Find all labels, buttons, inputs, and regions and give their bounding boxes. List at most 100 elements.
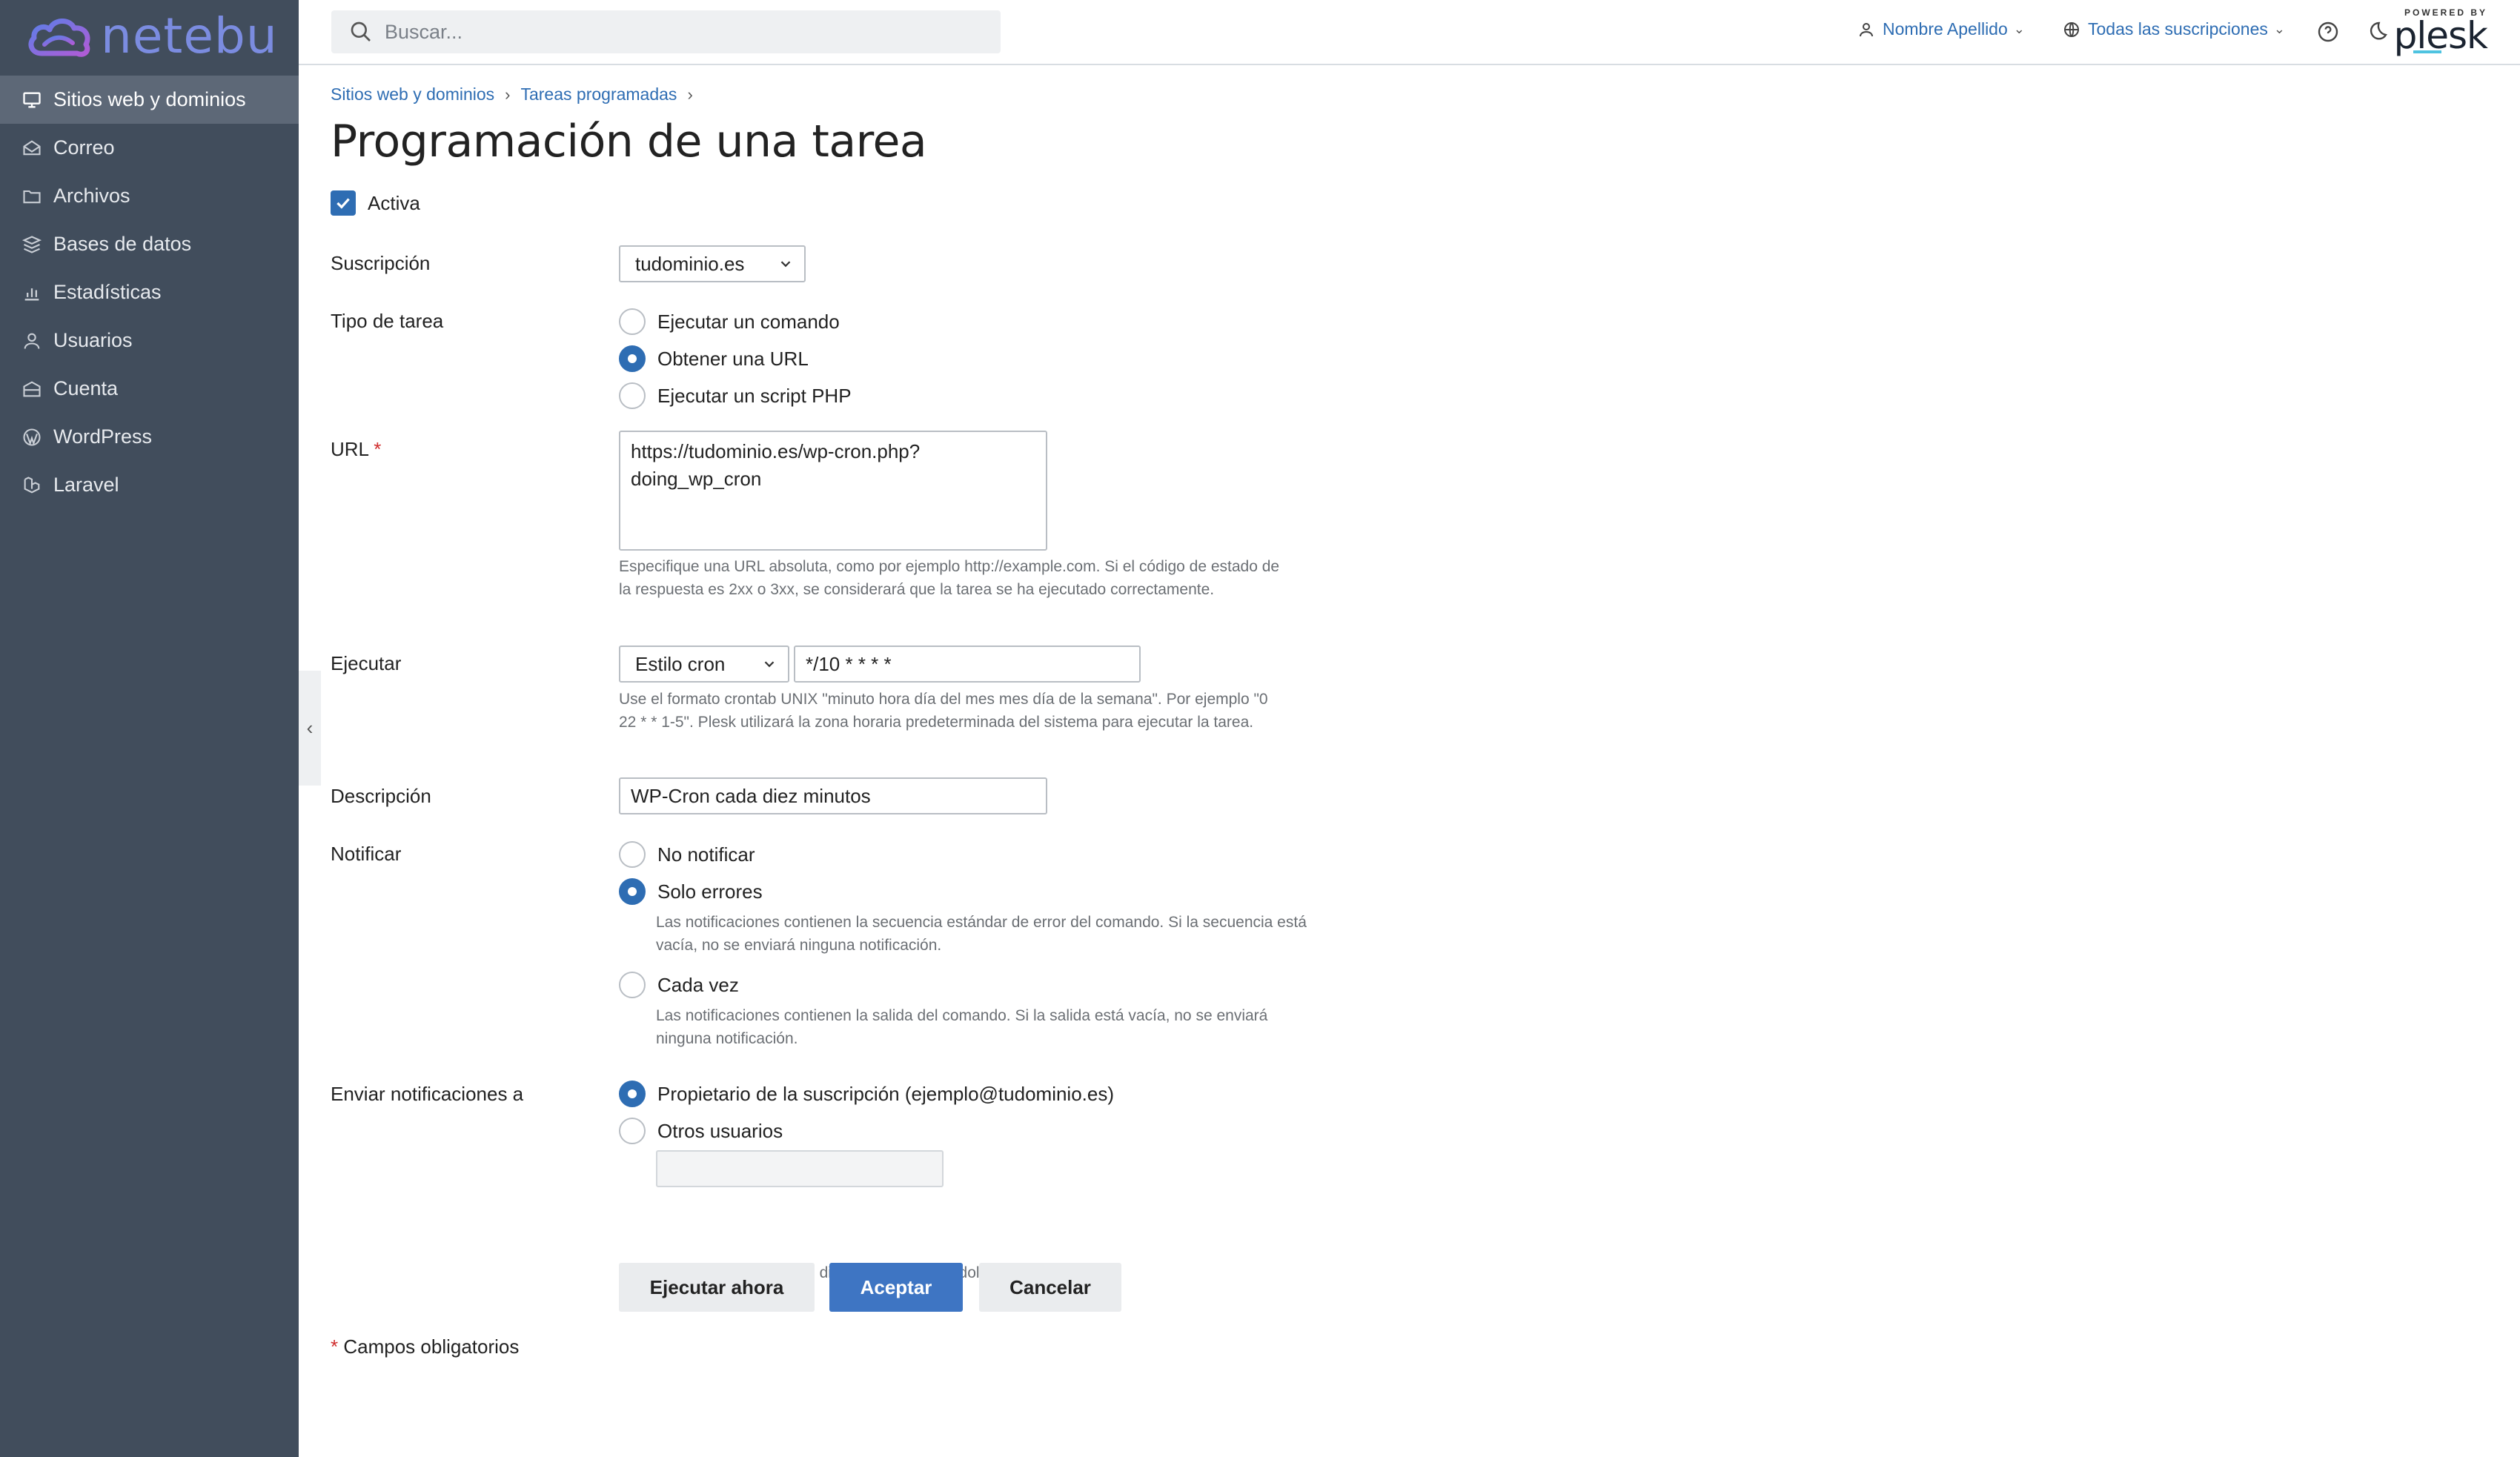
cloud-logo-icon [28, 19, 90, 57]
task-type-php-option[interactable]: Ejecutar un script PHP [619, 382, 852, 409]
send-to-label: Enviar notificaciones a [331, 1083, 524, 1105]
sidebar-item-label: Bases de datos [53, 233, 192, 255]
radio-button-selected[interactable] [619, 345, 646, 372]
user-icon [1860, 22, 1873, 36]
task-type-command-option[interactable]: Ejecutar un comando [619, 308, 840, 335]
radio-label: No notificar [657, 843, 755, 866]
radio-button-selected[interactable] [619, 878, 646, 905]
radio-label: Obtener una URL [657, 347, 809, 370]
sidebar-item-label: Cuenta [53, 377, 119, 399]
run-now-button[interactable]: Ejecutar ahora [619, 1263, 815, 1312]
database-icon [21, 233, 43, 256]
user-menu[interactable]: Nombre Apellido ⌄ [1857, 19, 2025, 39]
cancel-button[interactable]: Cancelar [979, 1263, 1121, 1312]
dark-mode-toggle[interactable] [2364, 19, 2390, 45]
subscription-select[interactable]: tudominio.es [619, 245, 806, 282]
run-style-value: Estilo cron [635, 652, 726, 675]
notify-none-option[interactable]: No notificar [619, 841, 755, 868]
chevron-right-icon: › [687, 84, 693, 104]
brand-name: netebu [101, 7, 278, 64]
notify-errors-hint: Las notificaciones contienen la secuenci… [656, 914, 1307, 954]
breadcrumb-websites[interactable]: Sitios web y dominios [331, 84, 494, 104]
globe-icon [2064, 21, 2079, 37]
radio-label: Propietario de la suscripción (ejemplo@t… [657, 1082, 1115, 1105]
help-icon [2318, 21, 2338, 42]
cron-input[interactable]: */10 * * * * [794, 645, 1141, 683]
help-button[interactable] [2315, 19, 2341, 45]
sidebar-collapse-handle[interactable]: ‹ [299, 671, 321, 786]
sidebar-item-label: Correo [53, 136, 115, 159]
required-note-text: Campos obligatorios [343, 1335, 520, 1358]
required-note: * Campos obligatorios [331, 1335, 519, 1358]
plesk-logo: POWERED BY plesk [2393, 7, 2488, 57]
sidebar-item-label: Archivos [53, 185, 130, 207]
description-input[interactable]: WP-Cron cada diez minutos [619, 777, 1047, 814]
notify-errors-option[interactable]: Solo errores [619, 878, 763, 905]
subscriptions-menu[interactable]: Todas las suscripciones ⌄ [2063, 19, 2285, 39]
url-textarea[interactable]: https://tudominio.es/wp-cron.php? doing_… [619, 431, 1047, 551]
task-type-label: Tipo de tarea [331, 310, 444, 332]
radio-button[interactable] [619, 1118, 646, 1144]
page-title: Programación de una tarea [331, 116, 927, 167]
send-to-others-option[interactable]: Otros usuarios [619, 1118, 783, 1144]
breadcrumb-scheduled-tasks[interactable]: Tareas programadas [520, 84, 677, 104]
run-style-select[interactable]: Estilo cron [619, 645, 789, 683]
task-type-url-option[interactable]: Obtener una URL [619, 345, 809, 372]
sidebar-item-stats[interactable]: Estadísticas [0, 268, 299, 316]
brand-logo[interactable]: netebu [25, 10, 278, 62]
radio-button[interactable] [619, 308, 646, 335]
url-label-text: URL [331, 438, 369, 460]
notify-always-option[interactable]: Cada vez [619, 972, 739, 998]
sidebar-item-wordpress[interactable]: WordPress [0, 413, 299, 461]
radio-button[interactable] [619, 382, 646, 409]
url-label: URL * [331, 438, 381, 461]
laravel-icon [21, 474, 43, 497]
chevron-right-icon: › [505, 84, 511, 104]
chevron-down-icon: ⌄ [2013, 21, 2025, 36]
chevron-left-icon: ‹ [306, 717, 314, 739]
top-bar: Nombre Apellido ⌄ Todas las suscripcione… [299, 0, 2520, 65]
radio-label: Cada vez [657, 973, 739, 996]
stats-icon [21, 282, 43, 304]
radio-button[interactable] [619, 841, 646, 868]
sidebar-item-label: Estadísticas [53, 281, 162, 303]
sidebar-item-files[interactable]: Archivos [0, 172, 299, 220]
cron-hint: Use el formato crontab UNIX "minuto hora… [619, 691, 1268, 731]
account-icon [21, 378, 43, 400]
active-checkbox-row[interactable]: Activa [331, 190, 420, 216]
sidebar-item-label: Sitios web y dominios [53, 88, 246, 110]
sidebar-item-account[interactable]: Cuenta [0, 365, 299, 413]
sidebar-item-websites[interactable]: Sitios web y dominios [0, 76, 299, 124]
send-to-owner-option[interactable]: Propietario de la suscripción (ejemplo@t… [619, 1081, 1114, 1107]
required-mark: * [374, 438, 382, 460]
wordpress-icon [21, 426, 43, 448]
moon-icon [2370, 21, 2387, 40]
sidebar-item-databases[interactable]: Bases de datos [0, 220, 299, 268]
accept-button[interactable]: Aceptar [829, 1263, 963, 1312]
active-label: Activa [368, 191, 420, 214]
sidebar-item-label: WordPress [53, 425, 153, 448]
search-input[interactable] [385, 20, 978, 44]
sidebar-item-mail[interactable]: Correo [0, 124, 299, 172]
radio-button[interactable] [619, 972, 646, 998]
search-box[interactable] [331, 10, 1001, 53]
sidebar-item-laravel[interactable]: Laravel [0, 461, 299, 509]
url-hint: Especifique una URL absoluta, como por e… [619, 558, 1280, 598]
plesk-wordmark: plesk [2393, 14, 2488, 57]
active-checkbox[interactable] [331, 190, 356, 216]
sidebar-item-label: Usuarios [53, 329, 133, 351]
chevron-down-icon [780, 261, 791, 268]
description-label: Descripción [331, 785, 431, 807]
subscription-label: Suscripción [331, 252, 431, 274]
chevron-down-icon [764, 661, 775, 668]
other-users-input[interactable] [656, 1150, 944, 1187]
chevron-down-icon: ⌄ [2273, 21, 2285, 36]
radio-button-selected[interactable] [619, 1081, 646, 1107]
radio-label: Otros usuarios [657, 1119, 783, 1142]
folder-icon [21, 185, 43, 208]
mail-icon [21, 137, 43, 159]
notify-always-hint: Las notificaciones contienen la salida d… [656, 1007, 1268, 1047]
check-icon [336, 198, 350, 209]
sidebar-item-users[interactable]: Usuarios [0, 316, 299, 365]
user-name: Nombre Apellido [1883, 19, 2008, 39]
